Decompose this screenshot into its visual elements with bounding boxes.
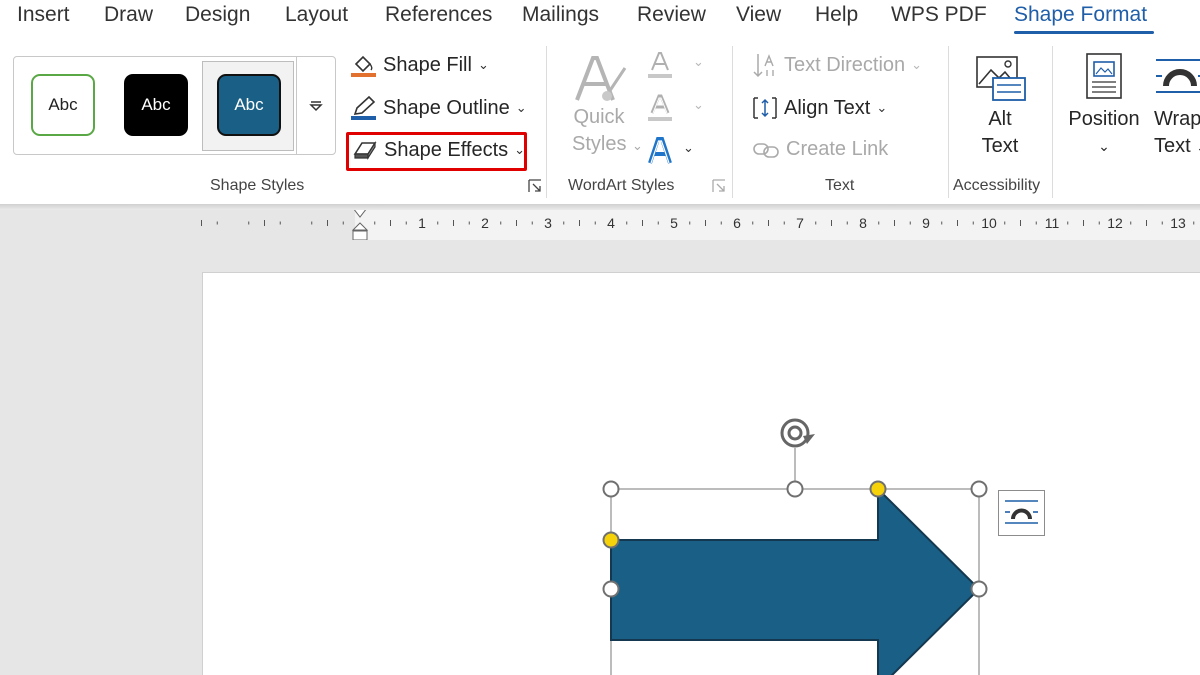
adjust-handle[interactable]	[602, 531, 620, 549]
layout-options-icon	[1005, 500, 1038, 524]
selected-shape-layer	[602, 418, 988, 675]
adjust-handle[interactable]	[869, 480, 887, 498]
resize-handle[interactable]	[786, 480, 804, 498]
resize-handle[interactable]	[970, 580, 988, 598]
resize-handle[interactable]	[602, 480, 620, 498]
rotate-handle-icon[interactable]	[780, 418, 815, 448]
resize-handle[interactable]	[602, 580, 620, 598]
resize-handle[interactable]	[970, 480, 988, 498]
layout-options-button[interactable]	[998, 490, 1045, 536]
right-arrow-shape[interactable]	[610, 486, 981, 675]
